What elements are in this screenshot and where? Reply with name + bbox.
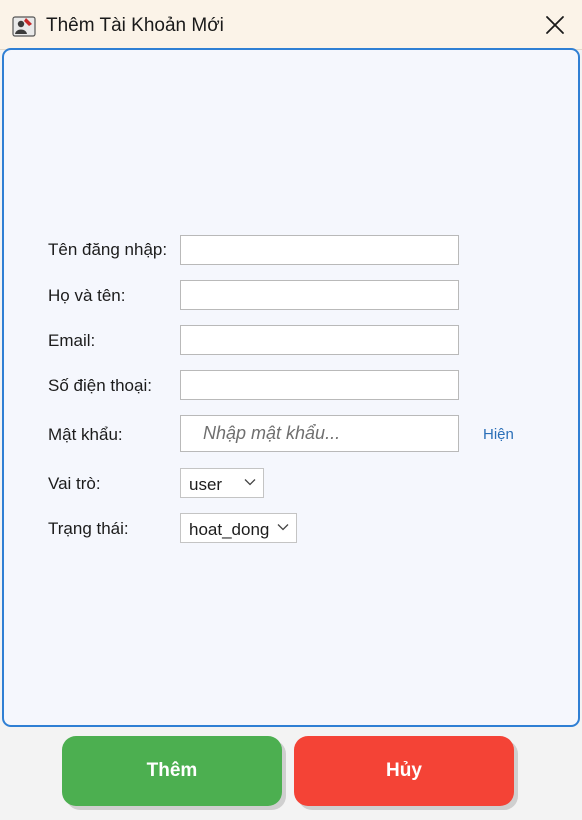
role-label: Vai trò: (48, 474, 101, 493)
role-select[interactable]: user (180, 468, 264, 498)
email-label: Email: (48, 331, 96, 350)
cancel-button-label: Hủy (386, 760, 422, 781)
chevron-down-icon (277, 524, 289, 531)
email-input[interactable] (180, 325, 459, 355)
status-select-value: hoat_dong (189, 520, 270, 539)
role-select-value: user (189, 475, 223, 494)
username-input[interactable] (180, 235, 459, 265)
password-input[interactable] (180, 415, 459, 452)
add-button-label: Thêm (146, 760, 198, 781)
fullname-input[interactable] (180, 280, 459, 310)
username-label: Tên đăng nhập: (48, 240, 168, 259)
app-icon (12, 16, 36, 37)
window-title: Thêm Tài Khoản Mới (46, 15, 224, 36)
close-icon[interactable] (542, 12, 568, 38)
status-label: Trạng thái: (48, 519, 129, 538)
status-select[interactable]: hoat_dong (180, 513, 297, 543)
fullname-label: Họ và tên: (48, 286, 126, 305)
password-label: Mật khẩu: (48, 425, 123, 444)
add-button[interactable]: Thêm (62, 736, 282, 806)
phone-input[interactable] (180, 370, 459, 400)
title-bar: Thêm Tài Khoản Mới (0, 0, 582, 50)
phone-label: Số điện thoại: (48, 376, 152, 395)
chevron-down-icon (244, 479, 256, 486)
show-password-toggle[interactable]: Hiện (483, 426, 514, 443)
cancel-button[interactable]: Hủy (294, 736, 514, 806)
